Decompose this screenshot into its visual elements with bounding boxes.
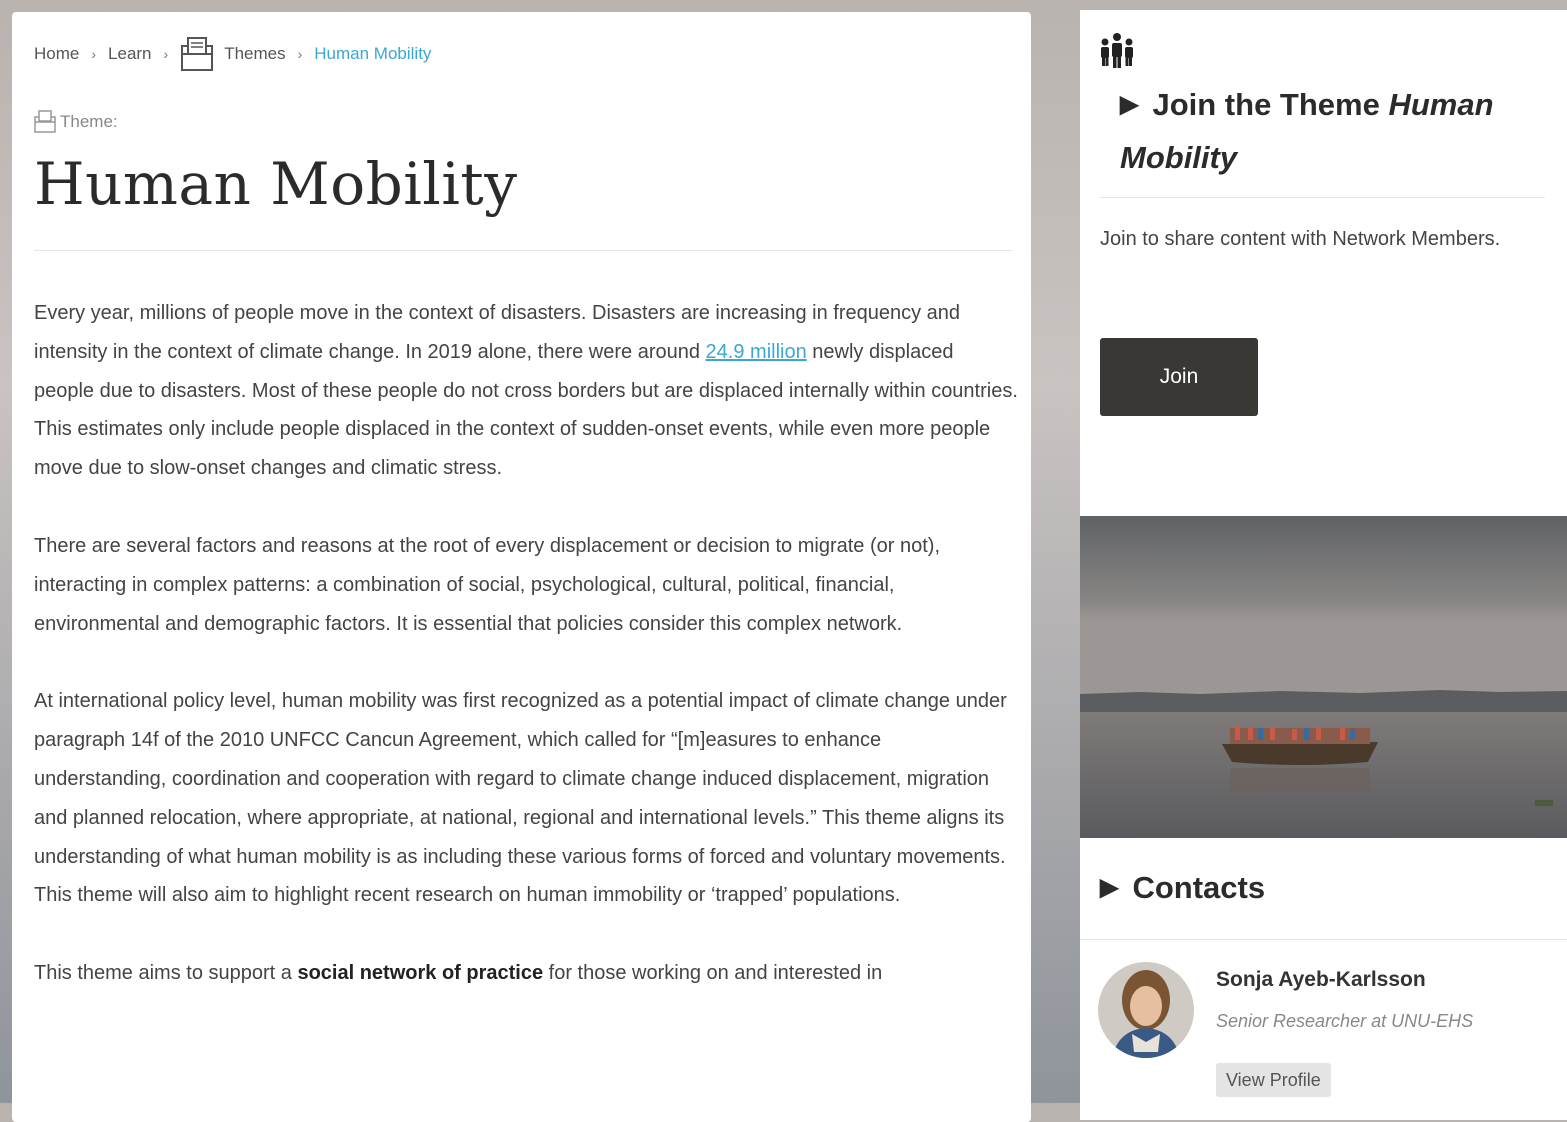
breadcrumb-learn[interactable]: Learn bbox=[108, 44, 151, 64]
title-divider bbox=[34, 250, 1012, 251]
contact-name[interactable]: Sonja Ayeb-Karlsson bbox=[1216, 968, 1426, 992]
breadcrumb-separator: › bbox=[163, 46, 169, 62]
themes-folder-icon bbox=[181, 37, 214, 71]
join-heading-prefix: Join the Theme bbox=[1152, 87, 1389, 122]
contact-role: Senior Researcher at UNU-EHS bbox=[1216, 1011, 1474, 1031]
join-theme-heading[interactable]: ▶ Join the Theme Human Mobility bbox=[1120, 80, 1540, 183]
page-kicker: Theme: bbox=[34, 110, 118, 134]
contacts-heading-label: Contacts bbox=[1132, 870, 1266, 905]
paragraph-1: Every year, millions of people move in t… bbox=[34, 294, 1019, 488]
theme-folder-icon bbox=[34, 110, 56, 133]
view-profile-button[interactable]: View Profile bbox=[1216, 1063, 1331, 1097]
contacts-heading[interactable]: ▶ Contacts bbox=[1100, 870, 1265, 906]
breadcrumb-themes[interactable]: Themes bbox=[224, 44, 285, 64]
paragraph-4: This theme aims to support a social netw… bbox=[34, 954, 1019, 993]
paragraph-3: At international policy level, human mob… bbox=[34, 690, 1007, 907]
join-button[interactable]: Join bbox=[1100, 338, 1258, 416]
breadcrumb-current[interactable]: Human Mobility bbox=[314, 44, 431, 64]
join-divider bbox=[1100, 197, 1545, 198]
expand-triangle-icon: ▶ bbox=[1120, 91, 1139, 118]
paragraph-4-emphasis: social network of practice bbox=[297, 962, 544, 985]
theme-photo bbox=[1080, 516, 1567, 838]
sidebar: ▶ Join the Theme Human Mobility Join to s… bbox=[1080, 10, 1567, 1120]
expand-triangle-icon: ▶ bbox=[1100, 874, 1119, 901]
displacement-stat-link[interactable]: 24.9 million bbox=[706, 341, 807, 363]
breadcrumb-home[interactable]: Home bbox=[34, 44, 79, 64]
main-content-card: Home › Learn › Themes › Human Mobility T… bbox=[12, 12, 1031, 1122]
page-title: Human Mobility bbox=[34, 150, 518, 218]
theme-description: Every year, millions of people move in t… bbox=[34, 294, 1019, 1032]
contacts-divider bbox=[1080, 939, 1567, 940]
people-group-icon bbox=[1101, 33, 1133, 68]
kicker-label: Theme: bbox=[60, 112, 118, 131]
breadcrumb-separator: › bbox=[297, 46, 303, 62]
paragraph-2: There are several factors and reasons at… bbox=[34, 534, 940, 635]
join-description: Join to share content with Network Membe… bbox=[1100, 228, 1501, 250]
paragraph-4-text-b: for those working on and interested in bbox=[543, 962, 883, 985]
avatar[interactable] bbox=[1098, 962, 1194, 1058]
breadcrumb-separator: › bbox=[91, 46, 97, 62]
paragraph-4-text-a: This theme aims to support a bbox=[34, 962, 298, 985]
breadcrumb: Home › Learn › Themes › Human Mobility bbox=[34, 34, 431, 74]
